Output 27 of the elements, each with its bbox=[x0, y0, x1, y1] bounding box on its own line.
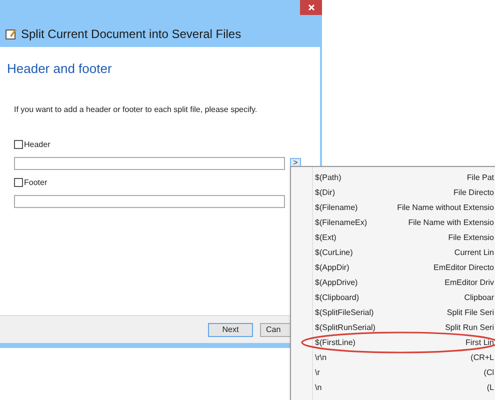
checkbox[interactable] bbox=[14, 178, 23, 187]
menu-item[interactable]: \r (Cl bbox=[313, 365, 495, 380]
text-field[interactable] bbox=[14, 156, 285, 170]
menu-item[interactable]: $(Dir) File Directo bbox=[313, 185, 495, 200]
menu-item[interactable]: \n (L bbox=[313, 380, 495, 395]
close-icon bbox=[308, 4, 314, 11]
page-heading: Header and footer bbox=[7, 60, 113, 78]
menu-item[interactable]: $(Filename) File Name without Extensio bbox=[313, 200, 495, 215]
menu-item[interactable]: $(Clipboard) Clipboar bbox=[313, 290, 495, 305]
menu-item[interactable]: $(CurLine) Current Lin bbox=[313, 245, 495, 260]
menu-item[interactable]: $(AppDir) EmEditor Directo bbox=[313, 260, 495, 275]
menu-item[interactable]: $(Path) File Pat bbox=[313, 170, 495, 185]
text-field[interactable] bbox=[14, 194, 285, 208]
menu-item[interactable]: \r\n (CR+L bbox=[313, 350, 495, 365]
menu-item[interactable]: $(SplitFileSerial) Split File Seri bbox=[313, 305, 495, 320]
menu-item[interactable]: $(SplitRunSerial) Split Run Seri bbox=[313, 320, 495, 335]
window-title: Split Current Document into Several Files bbox=[21, 26, 242, 43]
notepad-icon bbox=[5, 28, 17, 40]
menu-item[interactable]: $(FilenameEx) File Name with Extensio bbox=[313, 215, 495, 230]
menu-item[interactable]: $(Ext) File Extensio bbox=[313, 230, 495, 245]
dialog-button[interactable]: Next bbox=[208, 322, 253, 336]
description-text: If you want to add a header or footer to each split file, please specify. bbox=[14, 104, 258, 116]
close-button[interactable] bbox=[300, 0, 322, 15]
menu-item[interactable]: $(AppDrive) EmEditor Driv bbox=[313, 275, 495, 290]
checkbox[interactable] bbox=[14, 140, 23, 149]
checkbox-label: Footer bbox=[24, 176, 48, 188]
checkbox-label: Header bbox=[24, 138, 50, 150]
